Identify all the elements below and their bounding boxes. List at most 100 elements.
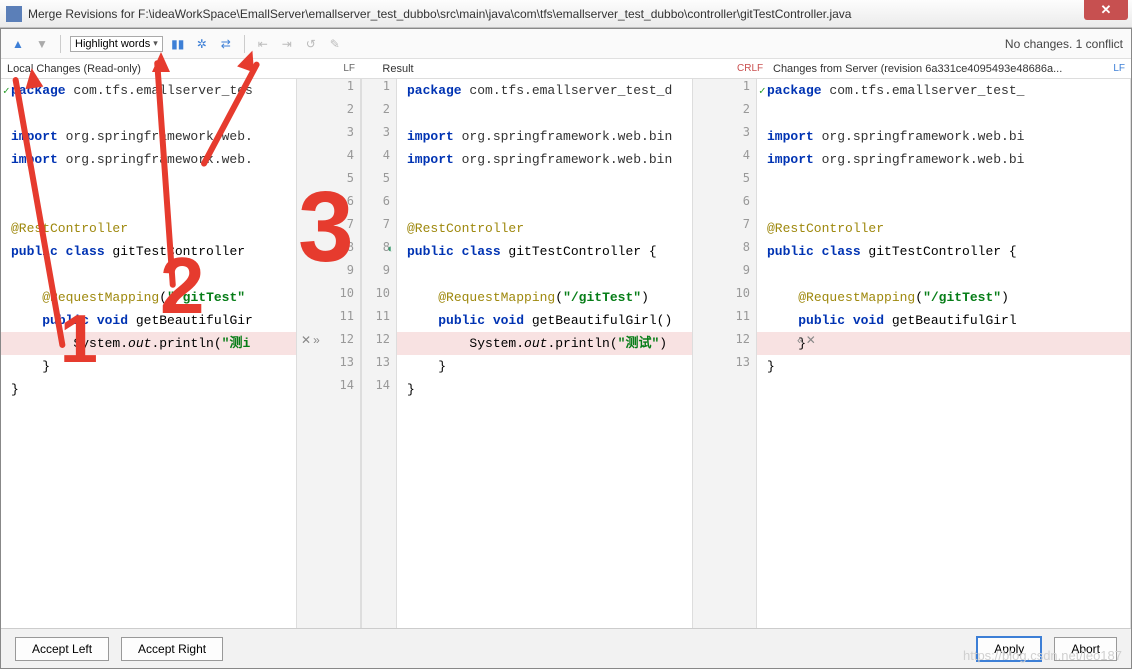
line-number: 10 <box>362 286 396 309</box>
code-line: import org.springframework.web.bin <box>397 148 692 171</box>
pane-headers: Local Changes (Read-only) LF Result CRLF… <box>1 59 1131 79</box>
line-number: 13 <box>693 355 756 378</box>
reject-icon[interactable]: ✕ <box>301 333 311 347</box>
line-number: 13 <box>362 355 396 378</box>
watermark: https://blog.csdn.net/leo187 <box>963 648 1122 663</box>
line-number: 9 <box>693 263 756 286</box>
line-number: 6 <box>362 194 396 217</box>
sync-scroll-icon[interactable]: ⇄ <box>217 35 235 53</box>
code-line <box>1 102 296 125</box>
magic-resolve-icon[interactable]: ✎ <box>326 35 344 53</box>
code-line: } <box>397 355 692 378</box>
right-pane-title: Changes from Server (revision 6a331ce409… <box>767 63 1107 75</box>
side-by-side-icon[interactable]: ▮▮ <box>169 35 187 53</box>
line-number: 5 <box>693 171 756 194</box>
code-line <box>757 263 1130 286</box>
line-number: 13 <box>297 355 360 378</box>
code-line: import org.springframework.web. <box>1 148 296 171</box>
line-number: 9 <box>362 263 396 286</box>
line-number: 3 <box>693 125 756 148</box>
code-line <box>757 171 1130 194</box>
code-line <box>1 194 296 217</box>
code-line: public void getBeautifulGir <box>1 309 296 332</box>
code-line <box>397 102 692 125</box>
code-line: @RestController <box>757 217 1130 240</box>
code-line: public class gitTestController { <box>757 240 1130 263</box>
result-code-pane[interactable]: package com.tfs.emallserver_test_d impor… <box>397 79 693 628</box>
class-gutter-icon[interactable]: ◐ <box>387 243 394 255</box>
code-line: import org.springframework.web. <box>1 125 296 148</box>
code-line <box>397 171 692 194</box>
apply-right-icon[interactable]: ⇥ <box>278 35 296 53</box>
code-line <box>1 263 296 286</box>
line-number: 12 <box>362 332 396 355</box>
code-line: } <box>1 355 296 378</box>
highlight-dropdown-label: Highlight words <box>75 38 150 50</box>
result-pane-title: Result <box>361 63 435 75</box>
settings-icon[interactable]: ✲ <box>193 35 211 53</box>
code-line: } <box>1 378 296 401</box>
line-number: 11 <box>297 309 360 332</box>
line-number: 10 <box>297 286 360 309</box>
code-line: System.out.println("测i <box>1 332 296 355</box>
code-line <box>397 194 692 217</box>
line-number: 8 <box>693 240 756 263</box>
prev-change-icon[interactable]: ▲ <box>9 35 27 53</box>
line-number: 2 <box>297 102 360 125</box>
main-panel: ▲ ▼ Highlight words ▮▮ ✲ ⇄ ⇤ ⇥ ↺ ✎ No ch… <box>0 28 1132 669</box>
line-number: 1 <box>693 79 756 102</box>
reject-left-marker[interactable]: ✕» <box>301 333 320 347</box>
code-line: @RequestMapping("/gitTest") <box>397 286 692 309</box>
line-number: 4 <box>362 148 396 171</box>
highlight-dropdown[interactable]: Highlight words <box>70 36 163 52</box>
right-gutter: 12345678910111213 <box>693 79 757 628</box>
code-line: public class gitTestController { <box>397 240 692 263</box>
toolbar: ▲ ▼ Highlight words ▮▮ ✲ ⇄ ⇤ ⇥ ↺ ✎ No ch… <box>1 29 1131 59</box>
reject-right-marker[interactable]: «✕ <box>797 333 816 347</box>
diff-body: package com.tfs.emallserver_tes import o… <box>1 79 1131 628</box>
next-change-icon[interactable]: ▼ <box>33 35 51 53</box>
mid-gutter: 1234567891011121314◐ <box>361 79 397 628</box>
reject-icon[interactable]: ✕ <box>806 333 816 347</box>
line-number: 2 <box>693 102 756 125</box>
line-number: 1 <box>362 79 396 102</box>
line-number: 4 <box>297 148 360 171</box>
line-number: 8 <box>297 240 360 263</box>
line-number: 6 <box>297 194 360 217</box>
accept-left-button[interactable]: Accept Left <box>15 637 109 661</box>
line-number: 1 <box>297 79 360 102</box>
code-line: public class gitTestController <box>1 240 296 263</box>
right-code-pane[interactable]: package com.tfs.emallserver_test_ import… <box>757 79 1131 628</box>
right-encoding[interactable]: LF <box>1107 63 1131 74</box>
left-pane-title: Local Changes (Read-only) <box>1 63 297 75</box>
line-number: 10 <box>693 286 756 309</box>
window-close-button[interactable]: ✕ <box>1084 0 1128 20</box>
left-code-pane[interactable]: package com.tfs.emallserver_tes import o… <box>1 79 297 628</box>
revert-icon[interactable]: ↺ <box>302 35 320 53</box>
window-titlebar: Merge Revisions for F:\ideaWorkSpace\Ema… <box>0 0 1132 28</box>
window-title: Merge Revisions for F:\ideaWorkSpace\Ema… <box>28 7 1126 21</box>
line-number: 6 <box>693 194 756 217</box>
code-line <box>397 263 692 286</box>
line-number: 5 <box>297 171 360 194</box>
line-number: 7 <box>362 217 396 240</box>
accept-right-button[interactable]: Accept Right <box>121 637 223 661</box>
accept-left-arrow-icon[interactable]: « <box>797 333 804 347</box>
line-number: 4 <box>693 148 756 171</box>
code-line: System.out.println("测试") <box>397 332 692 355</box>
left-encoding[interactable]: LF <box>297 63 361 74</box>
app-icon <box>6 6 22 22</box>
line-number: 14 <box>297 378 360 401</box>
accept-right-arrow-icon[interactable]: » <box>313 333 320 347</box>
status-text: No changes. 1 conflict <box>1005 37 1123 51</box>
code-line <box>757 194 1130 217</box>
line-number: 3 <box>362 125 396 148</box>
code-line <box>757 102 1130 125</box>
code-line: } <box>757 355 1130 378</box>
line-number: 14 <box>362 378 396 401</box>
code-line: @RequestMapping("/gitTest" <box>1 286 296 309</box>
apply-left-icon[interactable]: ⇤ <box>254 35 272 53</box>
mid-encoding[interactable]: CRLF <box>731 63 767 74</box>
code-line: import org.springframework.web.bi <box>757 148 1130 171</box>
code-line: public void getBeautifulGirl() <box>397 309 692 332</box>
